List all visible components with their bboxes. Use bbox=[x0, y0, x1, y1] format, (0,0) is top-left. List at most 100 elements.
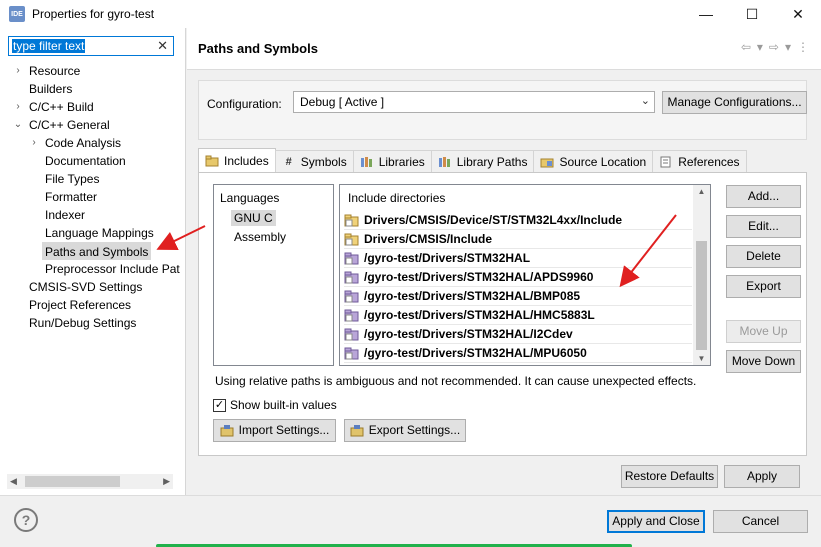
cancel-button[interactable]: Cancel bbox=[713, 510, 808, 533]
include-directory-row[interactable]: /gyro-test/Drivers/STM32HAL/HMC5883L bbox=[344, 306, 692, 325]
tree-item-documentation[interactable]: Documentation bbox=[0, 152, 186, 170]
include-directory-row[interactable]: Drivers/CMSIS/Device/ST/STM32L4xx/Includ… bbox=[344, 211, 692, 230]
tree-item-label: Language Mappings bbox=[45, 226, 154, 240]
back-menu-icon[interactable]: ▾ bbox=[757, 40, 763, 54]
scroll-down-icon[interactable]: ▼ bbox=[693, 354, 710, 363]
show-builtin-values-checkbox[interactable]: ✓ bbox=[213, 398, 226, 412]
show-builtin-values-option[interactable]: ✓ Show built-in values bbox=[213, 398, 337, 412]
include-directory-path: Drivers/CMSIS/Device/ST/STM32L4xx/Includ… bbox=[364, 213, 623, 227]
chevron-down-icon[interactable]: ⌄ bbox=[641, 94, 650, 107]
add-button[interactable]: Add... bbox=[726, 185, 801, 208]
edit-button[interactable]: Edit... bbox=[726, 215, 801, 238]
tree-item-language-mappings[interactable]: Language Mappings bbox=[0, 224, 186, 242]
tab-label: Symbols bbox=[300, 154, 347, 169]
tree-item-resource[interactable]: › Resource bbox=[0, 62, 186, 80]
tree-item-label: Indexer bbox=[45, 208, 86, 222]
tab-label: Source Location bbox=[559, 154, 647, 169]
configuration-value: Debug [ Active ] bbox=[300, 95, 385, 109]
tree-item-label: Documentation bbox=[45, 154, 126, 168]
tree-item-label: C/C++ Build bbox=[29, 100, 94, 114]
tree-item-run-debug-settings[interactable]: Run/Debug Settings bbox=[0, 314, 186, 332]
tree-item-project-references[interactable]: Project References bbox=[0, 296, 186, 314]
tree-item-cmsis-svd-settings[interactable]: CMSIS-SVD Settings bbox=[0, 278, 186, 296]
paths-and-symbols-page: Paths and Symbols ⇦ ▾ ⇨ ▾ ⋮ Configuratio… bbox=[187, 28, 821, 495]
include-directory-row[interactable]: Drivers/CMSIS/Include bbox=[344, 230, 692, 249]
tab-library-paths[interactable]: Library Paths bbox=[430, 150, 535, 172]
tree-item-preprocessor-include-pat[interactable]: Preprocessor Include Pat bbox=[0, 260, 186, 278]
language-item-assembly[interactable]: Assembly bbox=[234, 229, 286, 245]
tree-item-builders[interactable]: Builders bbox=[0, 80, 186, 98]
restore-defaults-button[interactable]: Restore Defaults bbox=[621, 465, 718, 488]
tree-item-c-c-build[interactable]: › C/C++ Build bbox=[0, 98, 186, 116]
move-up-button[interactable]: Move Up bbox=[726, 320, 801, 343]
more-options-icon[interactable]: ⋮ bbox=[797, 40, 809, 54]
import-settings-label: Import Settings... bbox=[238, 423, 330, 437]
property-tree: › Resource Builders › C/C++ Build ⌄ C/C++ Gene… bbox=[0, 62, 186, 332]
tab-label: Includes bbox=[224, 153, 269, 168]
export-settings-button[interactable]: Export Settings... bbox=[344, 419, 466, 442]
scroll-left-icon[interactable]: ◀ bbox=[10, 474, 17, 489]
include-directories-list[interactable]: Include directories Drivers/CMSIS/Device… bbox=[339, 184, 711, 366]
tree-item-code-analysis[interactable]: › Code Analysis bbox=[0, 134, 186, 152]
show-builtin-values-label[interactable]: Show built-in values bbox=[230, 398, 337, 412]
tab-libraries[interactable]: Libraries bbox=[352, 150, 432, 172]
export-button[interactable]: Export bbox=[726, 275, 801, 298]
include-directory-row[interactable]: /gyro-test/Drivers/STM32HAL/BMP085 bbox=[344, 287, 692, 306]
filter-input[interactable]: type filter text ✕ bbox=[8, 36, 174, 56]
forward-menu-icon[interactable]: ▾ bbox=[785, 40, 791, 54]
include-list-scrollbar[interactable]: ▲ ▼ bbox=[693, 185, 710, 365]
include-directory-row[interactable]: /gyro-test/Drivers/STM32HAL bbox=[344, 249, 692, 268]
clear-filter-icon[interactable]: ✕ bbox=[157, 38, 168, 54]
chevron-right-icon[interactable]: › bbox=[29, 134, 39, 152]
include-directory-row[interactable]: /gyro-test/Drivers/STM32HAL/MPU6050 bbox=[344, 344, 692, 363]
maximize-button[interactable]: ☐ bbox=[729, 0, 775, 28]
forward-arrow-icon[interactable]: ⇨ bbox=[769, 40, 779, 54]
property-tree-pane: type filter text ✕ › Resource Builders › C/C… bbox=[0, 28, 186, 495]
tab-includes[interactable]: Includes bbox=[198, 148, 276, 172]
delete-button[interactable]: Delete bbox=[726, 245, 801, 268]
tab-label: References bbox=[678, 154, 740, 169]
tree-item-indexer[interactable]: Indexer bbox=[0, 206, 186, 224]
include-directory-path: /gyro-test/Drivers/STM32HAL/BMP085 bbox=[364, 289, 581, 303]
folder-include-icon bbox=[205, 155, 219, 167]
tree-item-file-types[interactable]: File Types bbox=[0, 170, 186, 188]
workspace-include-icon bbox=[344, 251, 360, 265]
tree-item-label: Preprocessor Include Pat bbox=[45, 262, 180, 276]
include-directory-row[interactable]: /gyro-test/Drivers/STM32HAL/APDS9960 bbox=[344, 268, 692, 287]
tab-source-location[interactable]: Source Location bbox=[533, 150, 654, 172]
manage-configurations-button[interactable]: Manage Configurations... bbox=[662, 91, 807, 114]
scroll-right-icon[interactable]: ▶ bbox=[163, 474, 170, 489]
language-item-gnu-c[interactable]: GNU C bbox=[231, 210, 276, 226]
tree-scrollbar-thumb[interactable] bbox=[25, 476, 120, 487]
chevron-down-icon[interactable]: ⌄ bbox=[13, 116, 23, 134]
include-list-scrollbar-thumb[interactable] bbox=[696, 241, 707, 350]
move-down-button[interactable]: Move Down bbox=[726, 350, 801, 373]
references-icon bbox=[659, 156, 673, 168]
tab-symbols[interactable]: # Symbols bbox=[274, 150, 354, 172]
apply-button[interactable]: Apply bbox=[724, 465, 800, 488]
include-directory-path: Drivers/CMSIS/Include bbox=[364, 232, 493, 246]
tree-item-formatter[interactable]: Formatter bbox=[0, 188, 186, 206]
chevron-right-icon[interactable]: › bbox=[13, 62, 23, 80]
scroll-up-icon[interactable]: ▲ bbox=[693, 187, 710, 196]
tree-item-label: Code Analysis bbox=[45, 136, 122, 150]
tab-bar: Includes # Symbols Libraries Library Paths So… bbox=[198, 148, 747, 172]
minimize-button[interactable]: — bbox=[683, 0, 729, 28]
apply-and-close-button[interactable]: Apply and Close bbox=[607, 510, 705, 533]
close-window-button[interactable]: ✕ bbox=[775, 0, 821, 28]
tree-horizontal-scrollbar[interactable]: ◀ ▶ bbox=[7, 474, 173, 489]
include-directory-path: /gyro-test/Drivers/STM32HAL/APDS9960 bbox=[364, 270, 594, 284]
workspace-include-icon bbox=[344, 270, 360, 284]
languages-list[interactable]: Languages GNU C Assembly bbox=[213, 184, 334, 366]
filter-input-text[interactable]: type filter text bbox=[12, 39, 86, 53]
tab-references[interactable]: References bbox=[652, 150, 747, 172]
tree-item-c-c-general[interactable]: ⌄ C/C++ General bbox=[0, 116, 186, 134]
chevron-right-icon[interactable]: › bbox=[13, 98, 23, 116]
help-icon[interactable]: ? bbox=[14, 508, 38, 532]
include-directory-path: /gyro-test/Drivers/STM32HAL/HMC5883L bbox=[364, 308, 595, 322]
include-directory-row[interactable]: /gyro-test/Drivers/STM32HAL/I2Cdev bbox=[344, 325, 692, 344]
import-settings-button[interactable]: Import Settings... bbox=[213, 419, 336, 442]
tree-item-paths-and-symbols[interactable]: Paths and Symbols bbox=[0, 242, 186, 260]
back-arrow-icon[interactable]: ⇦ bbox=[741, 40, 751, 54]
configuration-select[interactable]: Debug [ Active ] ⌄ bbox=[293, 91, 655, 113]
